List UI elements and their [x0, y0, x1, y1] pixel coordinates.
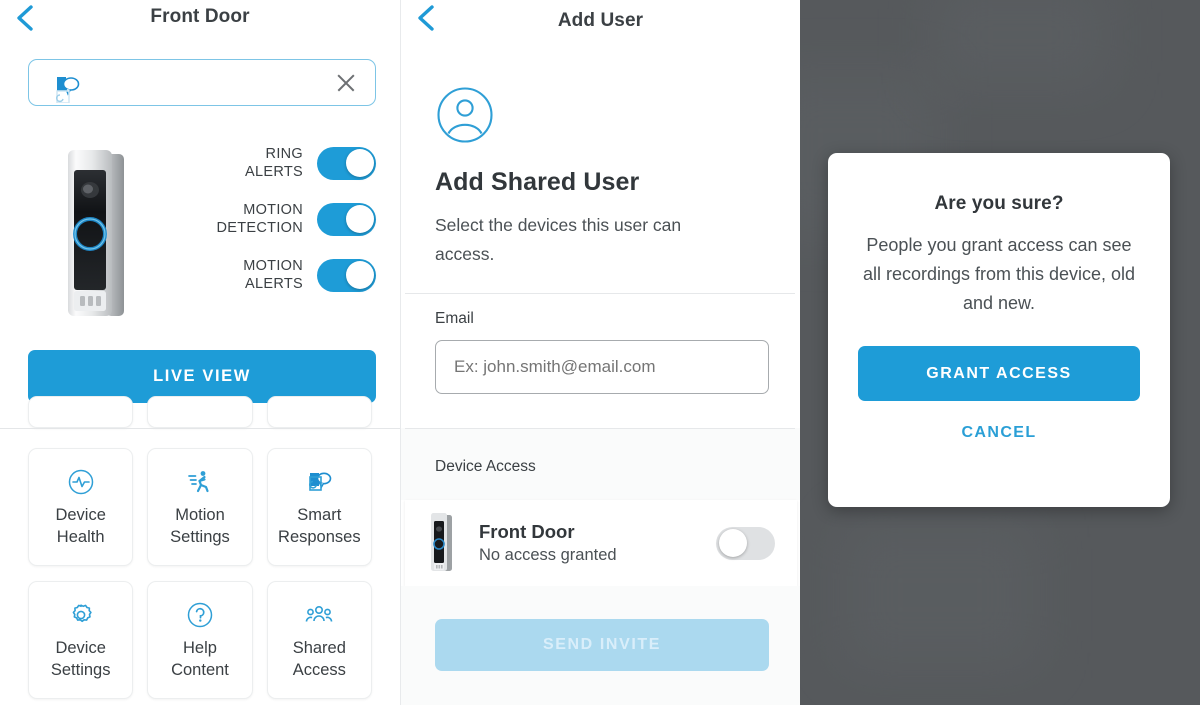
tile-label: Device Settings: [51, 637, 111, 681]
tile-help-content[interactable]: Help Content: [147, 581, 253, 699]
shortcut-tile-grid: Device Health Motion Settings Smart Resp…: [0, 448, 400, 699]
user-circle-icon: [436, 86, 494, 149]
screenshot-root: Front Door RING ALERTS MOTION DETECTION …: [0, 0, 1200, 705]
tile-partial[interactable]: [266, 396, 372, 428]
tile-label-line: Settings: [50, 661, 111, 679]
confirmation-dialog: Are you sure? People you grant access ca…: [828, 153, 1170, 507]
toggle-label: MOTION ALERTS: [243, 257, 303, 293]
running-person-icon: [186, 466, 214, 498]
tile-device-settings[interactable]: Device Settings: [28, 581, 134, 699]
toggle-label-line: RING: [265, 146, 303, 162]
toggle-label-line: MOTION: [243, 258, 303, 274]
panel-seam: [0, 428, 400, 429]
tile-partial[interactable]: [28, 396, 134, 428]
motion-detection-toggle[interactable]: [317, 202, 376, 236]
toggle-label-line: ALERTS: [245, 276, 303, 292]
section-divider: [405, 428, 795, 429]
tile-label: Motion Settings: [170, 504, 230, 548]
email-field[interactable]: [435, 340, 769, 394]
toggle-label-line: MOTION: [243, 202, 303, 218]
cancel-button[interactable]: CANCEL: [858, 417, 1140, 449]
device-health-pulse-icon: [67, 466, 95, 498]
device-image: [58, 148, 148, 323]
tile-label-line: Smart: [297, 506, 342, 524]
tile-label-line: Help: [183, 639, 217, 657]
smart-responses-icon: [55, 73, 81, 103]
people-group-icon: [304, 599, 334, 631]
toggle-row-ring-alerts: RING ALERTS: [196, 135, 376, 191]
tile-label-line: Device: [55, 639, 106, 657]
tile-label: Device Health: [55, 504, 105, 548]
mid-header: Add User: [401, 0, 800, 46]
page-title: Add User: [557, 10, 644, 31]
toggle-label-line: DETECTION: [216, 220, 303, 236]
email-label: Email: [435, 310, 474, 327]
tile-row-partial: [0, 396, 400, 428]
tile-label-line: Health: [56, 528, 105, 546]
page-title: Front Door: [150, 6, 250, 27]
blurred-background: [840, 520, 1040, 670]
toggle-label: RING ALERTS: [245, 145, 303, 181]
device-detail-panel: Front Door RING ALERTS MOTION DETECTION …: [0, 0, 400, 705]
doorbell-thumbnail: [427, 512, 461, 574]
add-shared-user-subtitle: Select the devices this user can access.: [435, 215, 682, 264]
tile-smart-responses[interactable]: Smart Responses: [266, 448, 372, 566]
dialog-body: People you grant access can see all reco…: [862, 235, 1136, 313]
toggle-row-motion-alerts: MOTION ALERTS: [196, 247, 376, 303]
device-access-toggle[interactable]: [716, 526, 775, 560]
device-row-name: Front Door: [479, 521, 575, 542]
tile-label: Shared Access: [293, 637, 346, 681]
toggle-label-line: ALERTS: [245, 164, 303, 180]
ring-alerts-toggle[interactable]: [317, 146, 376, 180]
close-x-icon[interactable]: [333, 70, 359, 96]
device-row-text: Front Door No access granted: [479, 521, 716, 565]
tile-label-line: Responses: [278, 528, 361, 546]
toggle-row-motion-detection: MOTION DETECTION: [196, 191, 376, 247]
tile-label-line: Motion: [175, 506, 225, 524]
tile-label-line: Access: [292, 661, 346, 679]
device-access-row[interactable]: Front Door No access granted: [405, 500, 797, 586]
tile-device-health[interactable]: Device Health: [28, 448, 134, 566]
tile-label-line: Settings: [170, 528, 230, 546]
blurred-background: [930, 0, 1110, 90]
left-header: Front Door: [0, 0, 400, 42]
dialog-title: Are you sure?: [934, 193, 1064, 214]
tile-shared-access[interactable]: Shared Access: [266, 581, 372, 699]
device-access-label: Device Access: [435, 458, 536, 475]
section-divider: [405, 293, 795, 294]
tile-label: Smart Responses: [278, 504, 361, 548]
motion-alerts-toggle[interactable]: [317, 258, 376, 292]
question-mark-icon: [186, 599, 214, 631]
tile-label: Help Content: [171, 637, 229, 681]
device-toggle-list: RING ALERTS MOTION DETECTION MOTION ALER…: [196, 135, 376, 303]
add-shared-user-heading: Add Shared User: [435, 168, 640, 196]
tile-motion-settings[interactable]: Motion Settings: [147, 448, 253, 566]
smart-responses-icon: [305, 466, 333, 498]
tile-label-line: Device: [55, 506, 106, 524]
tile-label-line: Shared: [292, 639, 346, 657]
toggle-label: MOTION DETECTION: [217, 201, 303, 237]
grant-access-button[interactable]: GRANT ACCESS: [858, 346, 1140, 401]
send-invite-button[interactable]: SEND INVITE: [435, 619, 769, 671]
tile-partial[interactable]: [147, 396, 253, 428]
gear-icon: [67, 599, 95, 631]
device-name-input[interactable]: [28, 59, 376, 106]
device-row-status: No access granted: [479, 546, 617, 564]
tile-label-line: Content: [171, 661, 229, 679]
